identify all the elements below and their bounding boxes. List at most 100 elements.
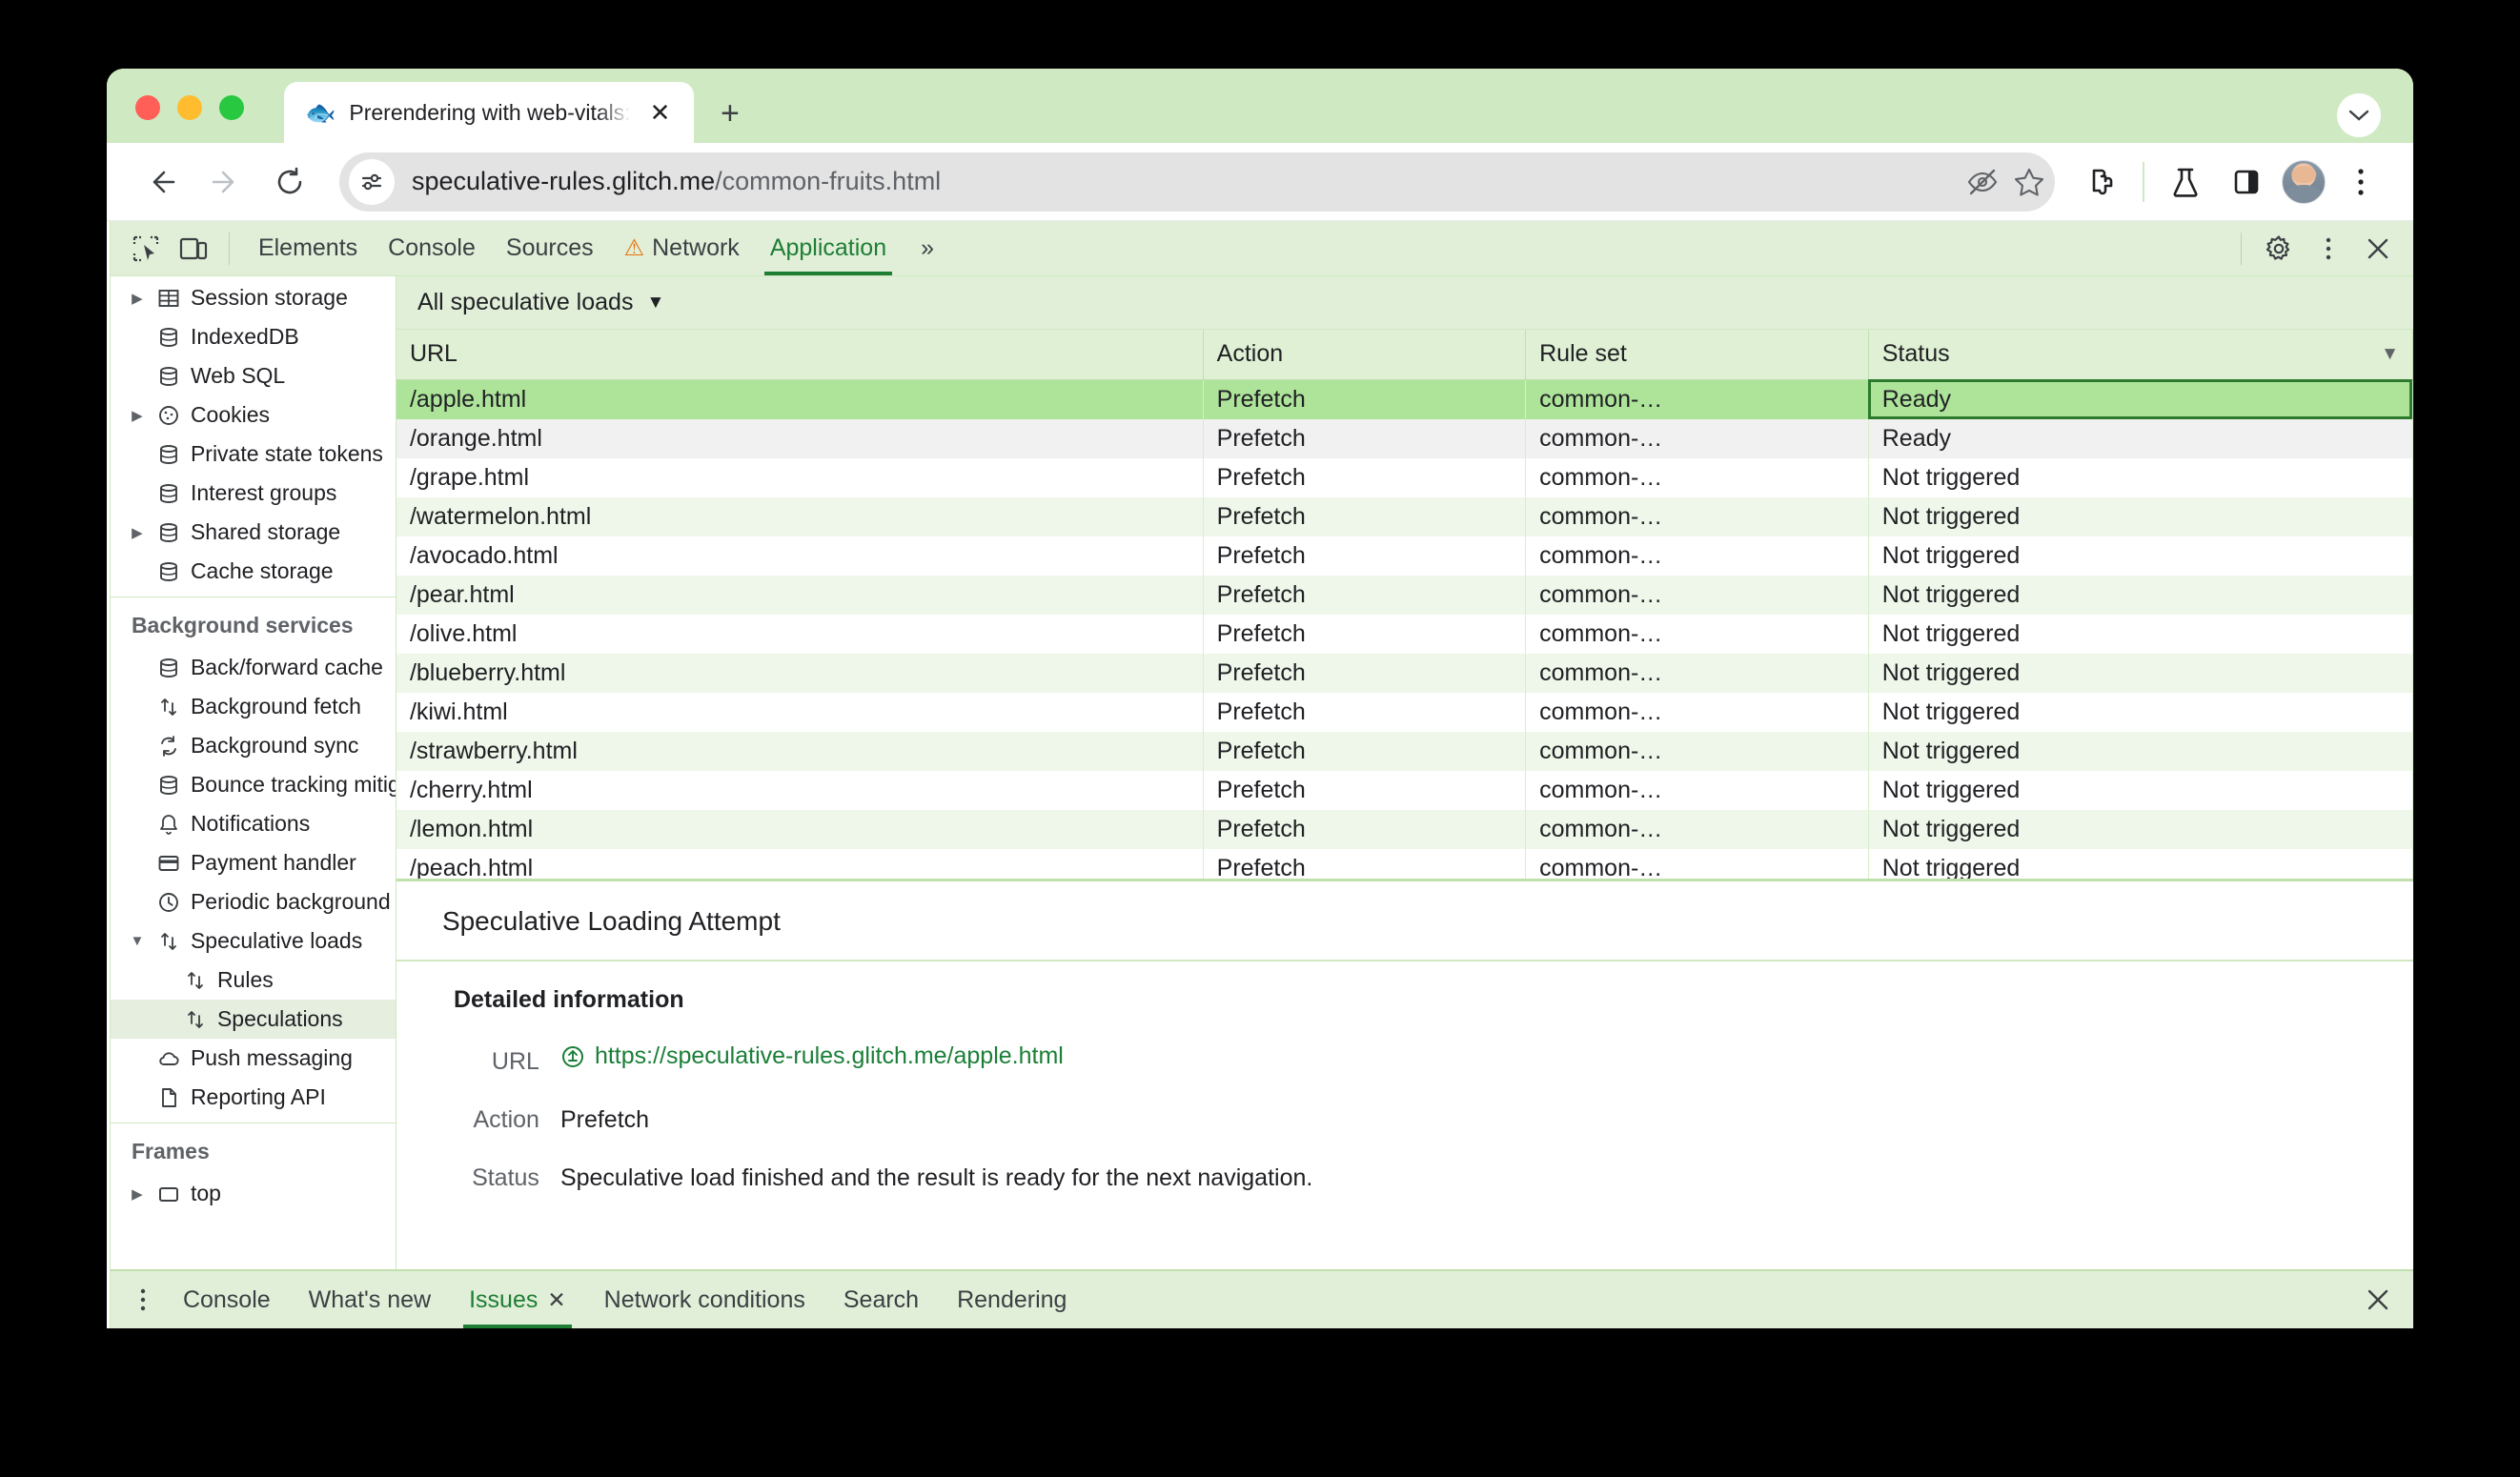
table-cell-url: /cherry.html (396, 770, 1204, 810)
table-row[interactable]: /blueberry.html Prefetch common-… Not trigg… (396, 653, 2413, 693)
extensions-button[interactable] (2076, 156, 2127, 208)
close-window-button[interactable] (135, 95, 160, 120)
back-button[interactable] (133, 154, 189, 210)
devtools-tab-console[interactable]: Console (373, 222, 491, 275)
drawer-tab-console[interactable]: Console (164, 1271, 290, 1328)
devtools-more-button[interactable] (2307, 229, 2350, 269)
table-row[interactable]: /orange.html Prefetch common-… Ready (396, 418, 2413, 458)
table-row[interactable]: /peach.html Prefetch common-… Not triggered (396, 848, 2413, 879)
detail-url-link[interactable]: https://speculative-rules.glitch.me/appl… (595, 1042, 1064, 1070)
sidebar-item-reporting-api[interactable]: ▶Reporting API (111, 1078, 396, 1117)
bookmark-star-icon[interactable] (2013, 167, 2045, 197)
drawer-tab-rendering[interactable]: Rendering (938, 1271, 1086, 1328)
table-row[interactable]: /kiwi.html Prefetch common-… Not triggered (396, 692, 2413, 732)
sidebar-item-label: Web SQL (190, 363, 286, 388)
sidebar-item-rules[interactable]: ▶Rules (111, 961, 396, 1000)
drawer-tab-network-conditions[interactable]: Network conditions (585, 1271, 824, 1328)
minimize-window-button[interactable] (177, 95, 202, 120)
drawer-tab-what-s-new[interactable]: What's new (290, 1271, 450, 1328)
table-row[interactable]: /grape.html Prefetch common-… Not triggered (396, 457, 2413, 497)
device-toolbar-button[interactable] (172, 229, 215, 269)
speculative-loads-filter-dropdown[interactable]: All speculative loads ▼ (396, 276, 2413, 330)
table-column-header-action[interactable]: Action (1203, 330, 1527, 380)
chevron-right-icon[interactable]: ▶ (128, 524, 147, 541)
sidebar-item-top[interactable]: ▶ top (111, 1174, 396, 1213)
application-sidebar-tree[interactable]: ▶Session storage▶IndexedDB▶Web SQL▶Cooki… (110, 276, 396, 1269)
forward-button[interactable] (198, 154, 254, 210)
table-column-header-url[interactable]: URL (396, 330, 1204, 380)
chevron-down-icon (2348, 110, 2369, 121)
speculations-table-container[interactable]: URL Action Rule set Status ▼ /apple.html Pref… (396, 330, 2413, 879)
browser-tab[interactable]: 🐟 Prerendering with web-vitals: ✕ (284, 82, 694, 143)
chevron-down-icon: ▼ (646, 292, 665, 313)
devtools-close-button[interactable] (2356, 229, 2400, 269)
table-row[interactable]: /cherry.html Prefetch common-… Not triggere… (396, 770, 2413, 810)
experiments-button[interactable] (2160, 156, 2211, 208)
table-row[interactable]: /watermelon.html Prefetch common-… Not trig… (396, 496, 2413, 536)
sidebar-item-indexeddb[interactable]: ▶IndexedDB (111, 317, 396, 356)
new-tab-button[interactable]: + (721, 97, 740, 130)
sidebar-item-session-storage[interactable]: ▶ Session storage (111, 278, 396, 317)
devtools-tab-sources[interactable]: Sources (491, 222, 609, 275)
detail-row-url: URL https://speculative-rules.glitch.me/… (454, 1042, 2413, 1076)
sidebar-item-cache-storage[interactable]: ▶Cache storage (111, 552, 396, 591)
devtools-tab-network[interactable]: ⚠ Network (609, 222, 755, 275)
sidebar-item-periodic-background-sync[interactable]: ▶Periodic background sync (111, 882, 396, 921)
close-icon[interactable]: ✕ (547, 1287, 565, 1313)
devtools-tab-label: Application (769, 234, 887, 261)
table-row[interactable]: /pear.html Prefetch common-… Not triggered (396, 575, 2413, 615)
table-cell-action: Prefetch (1203, 770, 1527, 810)
sidebar-item-web-sql[interactable]: ▶Web SQL (111, 356, 396, 395)
sidebar-item-notifications[interactable]: ▶Notifications (111, 804, 396, 843)
sidebar-item-payment-handler[interactable]: ▶Payment handler (111, 843, 396, 882)
table-cell-status: Not triggered (1868, 653, 2413, 693)
table-column-header-rule-set[interactable]: Rule set (1525, 330, 1869, 380)
drawer-close-button[interactable] (2356, 1280, 2400, 1320)
table-row[interactable]: /avocado.html Prefetch common-… Not trigger… (396, 536, 2413, 576)
address-bar[interactable]: speculative-rules.glitch.me/common-fruit… (339, 152, 2055, 212)
table-row[interactable]: /strawberry.html Prefetch common-… Not trig… (396, 731, 2413, 771)
sidebar-item-interest-groups[interactable]: ▶Interest groups (111, 474, 396, 513)
side-panel-button[interactable] (2221, 156, 2272, 208)
sidebar-item-background-sync[interactable]: ▶Background sync (111, 726, 396, 765)
reload-button[interactable] (263, 154, 318, 210)
devtools-settings-button[interactable] (2257, 229, 2301, 269)
sidebar-item-shared-storage[interactable]: ▶ Shared storage (111, 513, 396, 552)
url-text: speculative-rules.glitch.me/common-fruit… (412, 167, 941, 196)
inspect-element-button[interactable] (124, 229, 168, 269)
devtools-tab-label: Console (388, 234, 476, 261)
site-settings-icon[interactable] (349, 158, 395, 205)
eye-off-icon[interactable] (1965, 168, 2000, 196)
more-tabs-button[interactable]: » (905, 222, 949, 275)
chrome-menu-button[interactable] (2335, 156, 2387, 208)
table-row[interactable]: /olive.html Prefetch common-… Not triggered (396, 614, 2413, 654)
drawer-tab-label: Issues (469, 1285, 539, 1313)
close-tab-button[interactable]: ✕ (650, 100, 671, 125)
sidebar-item-speculations[interactable]: ▶Speculations (110, 1000, 396, 1039)
sidebar-item-cookies[interactable]: ▶ Cookies (111, 395, 396, 435)
devtools-tab-application[interactable]: Application (755, 222, 902, 275)
devtools-tab-elements[interactable]: Elements (243, 222, 373, 275)
devtools-toolbar: Elements Console Sources ⚠ Network Applicatio… (110, 221, 2413, 276)
chevron-right-icon[interactable]: ▶ (128, 290, 147, 307)
sidebar-item-bounce-tracking-mitigations[interactable]: ▶Bounce tracking mitigations (111, 765, 396, 804)
sidebar-item-back-forward-cache[interactable]: ▶Back/forward cache (111, 648, 396, 687)
avatar[interactable] (2282, 159, 2326, 204)
drawer-tab-search[interactable]: Search (824, 1271, 938, 1328)
tab-search-button[interactable] (2337, 93, 2381, 137)
drawer-menu-button[interactable] (124, 1286, 162, 1313)
sidebar-item-private-state-tokens[interactable]: ▶Private state tokens (111, 435, 396, 474)
chevron-down-icon[interactable]: ▼ (128, 933, 147, 949)
sidebar-item-label: top (190, 1181, 221, 1205)
chevron-right-icon[interactable]: ▶ (128, 1185, 147, 1203)
table-column-header-status[interactable]: Status ▼ (1868, 330, 2413, 380)
sidebar-item-push-messaging[interactable]: ▶Push messaging (111, 1039, 396, 1078)
sidebar-item-speculative-loads[interactable]: ▼ Speculative loads (111, 921, 396, 961)
table-row[interactable]: /apple.html Prefetch common-… Ready (396, 379, 2413, 419)
table-cell-status: Not triggered (1868, 457, 2413, 497)
chevron-right-icon[interactable]: ▶ (128, 407, 147, 424)
table-row[interactable]: /lemon.html Prefetch common-… Not triggered (396, 809, 2413, 849)
maximize-window-button[interactable] (219, 95, 244, 120)
sidebar-item-background-fetch[interactable]: ▶Background fetch (111, 687, 396, 726)
drawer-tab-issues[interactable]: Issues ✕ (450, 1271, 585, 1328)
